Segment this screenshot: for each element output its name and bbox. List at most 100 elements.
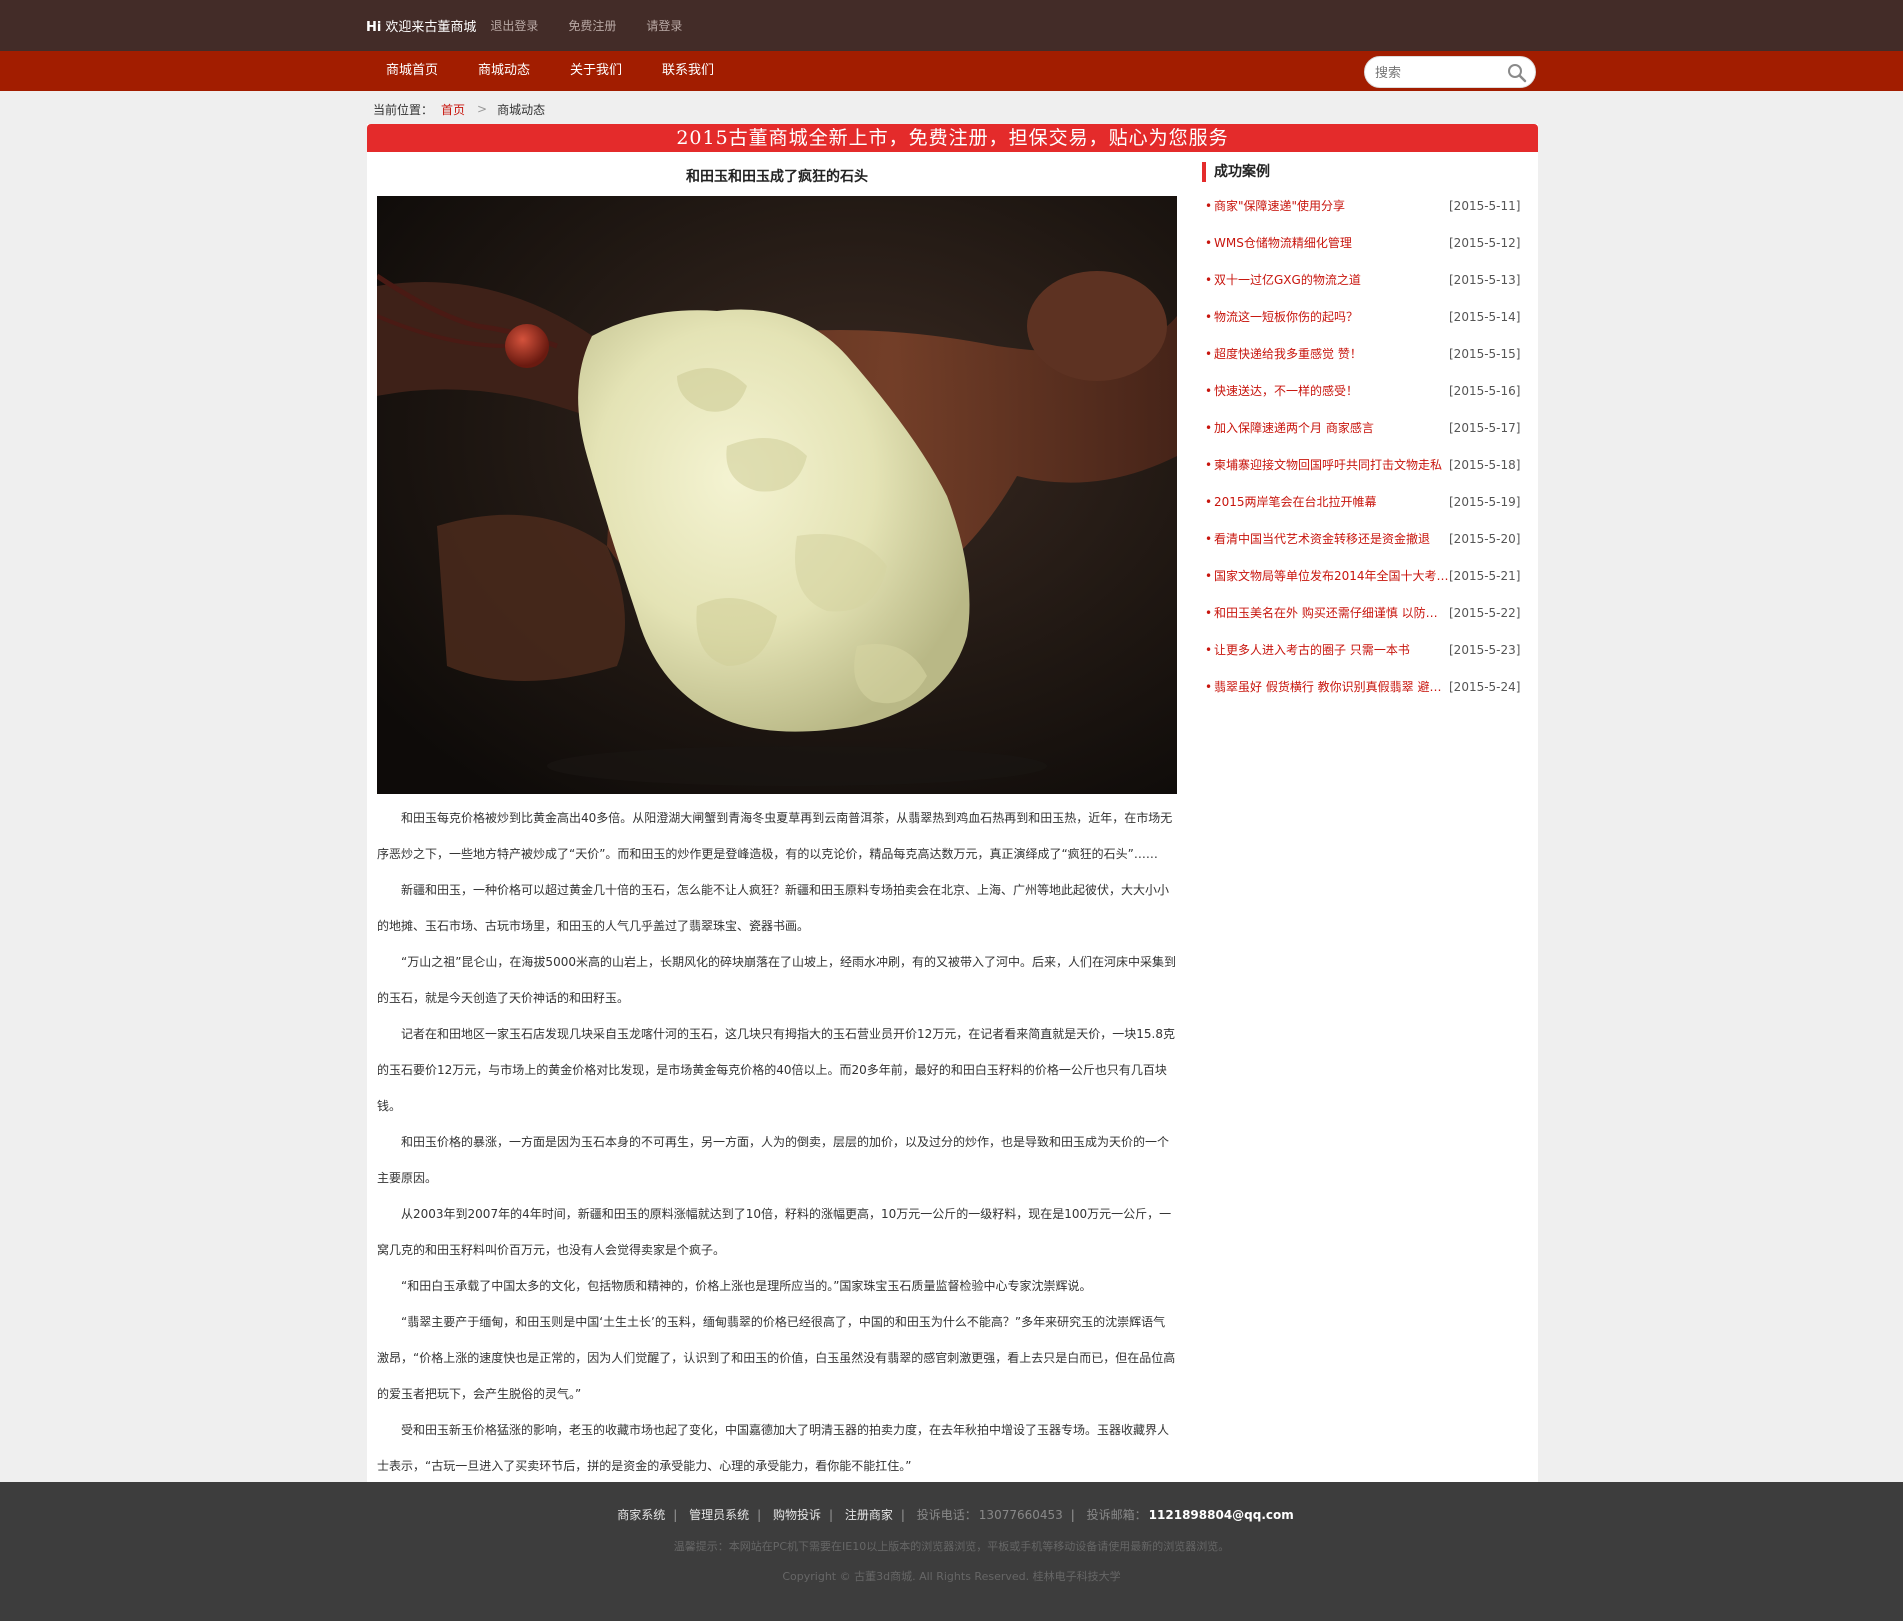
bullet-icon: •: [1205, 310, 1213, 324]
article: 和田玉和田玉成了疯狂的石头 和田玉每克价格被炒到比黄金高出40多倍。从阳澄湖大闸…: [377, 162, 1177, 1484]
jade-pixiu-photo: [377, 196, 1177, 794]
article-paragraph: 记者在和田地区一家玉石店发现几块采自玉龙喀什河的玉石，这几块只有拇指大的玉石营业…: [377, 1027, 1175, 1113]
case-date: [2015-5-20]: [1449, 532, 1521, 546]
nav-item-contact[interactable]: 联系我们: [642, 51, 734, 91]
main-nav: 商城首页 商城动态 关于我们 联系我们: [0, 51, 1903, 91]
copyright: Copyright © 古董3d商城. All Rights Reserved.…: [782, 1570, 1121, 1583]
case-date: [2015-5-18]: [1449, 458, 1521, 472]
footer: 商家系统 | 管理员系统 | 购物投诉 | 注册商家 | 投诉电话： 1307766045…: [0, 1482, 1903, 1621]
list-item: • 2015两岸笔会在台北拉开帷幕 [2015-5-19]: [1202, 484, 1522, 521]
breadcrumb-separator: >: [477, 102, 488, 116]
main-content: 2015古董商城全新上市，免费注册，担保交易，贴心为您服务 和田玉和田玉成了疯狂…: [367, 124, 1538, 1482]
complaint-email: 1121898804@qq.com: [1148, 1508, 1294, 1522]
article-paragraph: 新疆和田玉，一种价格可以超过黄金几十倍的玉石，怎么能不让人疯狂？新疆和田玉原料专…: [377, 883, 1170, 933]
case-link[interactable]: 双十一过亿GXG的物流之道: [1214, 262, 1449, 299]
bullet-icon: •: [1205, 273, 1213, 287]
success-cases-sidebar: 成功案例 • 商家"保障速递"使用分享 [2015-5-11] • WMS仓储物流精细…: [1202, 162, 1522, 706]
article-title: 和田玉和田玉成了疯狂的石头: [686, 169, 868, 185]
case-date: [2015-5-13]: [1449, 273, 1521, 287]
register-link[interactable]: 免费注册: [568, 17, 616, 34]
case-link[interactable]: 物流这一短板你伤的起吗？: [1214, 299, 1449, 336]
footer-link-register-merchant[interactable]: 注册商家: [845, 1508, 893, 1522]
case-link[interactable]: 和田玉美名在外 购买还需仔细谨慎 以防假玉: [1214, 595, 1449, 632]
case-date: [2015-5-22]: [1449, 606, 1521, 620]
case-link[interactable]: 2015两岸笔会在台北拉开帷幕: [1214, 484, 1449, 521]
list-item: • 加入保障速递两个月 商家感言 [2015-5-17]: [1202, 410, 1522, 447]
complaint-phone: 13077660453: [978, 1508, 1063, 1522]
case-date: [2015-5-17]: [1449, 421, 1521, 435]
article-paragraph: 和田玉每克价格被炒到比黄金高出40多倍。从阳澄湖大闸蟹到青海冬虫夏草再到云南普洱…: [377, 811, 1173, 861]
article-paragraph: 和田玉价格的暴涨，一方面是因为玉石本身的不可再生，另一方面，人为的倒卖，层层的加…: [377, 1135, 1170, 1185]
breadcrumb-current: 商城动态: [497, 102, 546, 117]
case-date: [2015-5-12]: [1449, 236, 1521, 250]
nav-item-home[interactable]: 商城首页: [366, 51, 458, 91]
list-item: • 看清中国当代艺术资金转移还是资金撤退 [2015-5-20]: [1202, 521, 1522, 558]
bullet-icon: •: [1205, 384, 1213, 398]
browser-tip: 温馨提示：本网站在PC机下需要在IE10以上版本的浏览器浏览，平板或手机等移动设…: [673, 1540, 1230, 1553]
search-icon[interactable]: [1507, 63, 1527, 83]
case-date: [2015-5-16]: [1449, 384, 1521, 398]
complaint-email-label: 投诉邮箱：: [1086, 1508, 1147, 1522]
bullet-icon: •: [1205, 643, 1213, 657]
case-link[interactable]: 超度快递给我多重感觉 赞！: [1214, 336, 1449, 373]
search-box: [1364, 56, 1536, 88]
footer-link-admin-system[interactable]: 管理员系统: [689, 1508, 749, 1522]
list-item: • 翡翠虽好 假货横行 教你识别真假翡翠 避免上当 [2015-5-24]: [1202, 669, 1522, 706]
welcome-text: Hi 欢迎来古董商城: [366, 20, 477, 35]
login-link[interactable]: 请登录: [646, 17, 682, 34]
list-item: • 和田玉美名在外 购买还需仔细谨慎 以防假玉 [2015-5-22]: [1202, 595, 1522, 632]
case-link[interactable]: 柬埔寨迎接文物回国呼吁共同打击文物走私: [1214, 447, 1449, 484]
footer-links: 商家系统 | 管理员系统 | 购物投诉 | 注册商家 | 投诉电话： 1307766045…: [617, 1508, 1294, 1522]
case-link[interactable]: WMS仓储物流精细化管理: [1214, 225, 1449, 262]
case-list: • 商家"保障速递"使用分享 [2015-5-11] • WMS仓储物流精细化管理 [2…: [1202, 188, 1522, 706]
article-paragraph: “翡翠主要产于缅甸，和田玉则是中国‘土生土长’的玉料，缅甸翡翠的价格已经很高了，…: [377, 1315, 1176, 1401]
case-date: [2015-5-21]: [1449, 569, 1521, 583]
top-bar: Hi 欢迎来古董商城 退出登录 免费注册 请登录: [0, 0, 1903, 51]
case-date: [2015-5-14]: [1449, 310, 1521, 324]
case-date: [2015-5-23]: [1449, 643, 1521, 657]
article-paragraph: 从2003年到2007年的4年时间，新疆和田玉的原料涨幅就达到了10倍，籽料的涨…: [377, 1207, 1172, 1257]
nav-item-about[interactable]: 关于我们: [550, 51, 642, 91]
search-input[interactable]: [1375, 63, 1495, 83]
breadcrumb: 当前位置： 首页 > 商城动态: [373, 100, 545, 118]
case-date: [2015-5-15]: [1449, 347, 1521, 361]
article-paragraph: “万山之祖”昆仑山，在海拔5000米高的山岩上，长期风化的碎块崩落在了山坡上，经…: [377, 955, 1176, 1005]
bullet-icon: •: [1205, 421, 1213, 435]
case-date: [2015-5-11]: [1449, 199, 1521, 213]
bullet-icon: •: [1205, 532, 1213, 546]
nav-item-news[interactable]: 商城动态: [458, 51, 550, 91]
footer-link-complaint[interactable]: 购物投诉: [773, 1508, 821, 1522]
bullet-icon: •: [1205, 199, 1213, 213]
list-item: • 商家"保障速递"使用分享 [2015-5-11]: [1202, 188, 1522, 225]
footer-link-merchant-system[interactable]: 商家系统: [617, 1508, 665, 1522]
case-date: [2015-5-24]: [1449, 680, 1521, 694]
case-link[interactable]: 翡翠虽好 假货横行 教你识别真假翡翠 避免上当: [1214, 669, 1449, 706]
case-link[interactable]: 国家文物局等单位发布2014年全国十大考古新发现: [1214, 558, 1449, 595]
bullet-icon: •: [1205, 458, 1213, 472]
bullet-icon: •: [1205, 495, 1213, 509]
case-link[interactable]: 让更多人进入考古的圈子 只需一本书: [1214, 632, 1449, 669]
article-paragraph: 受和田玉新玉价格猛涨的影响，老玉的收藏市场也起了变化，中国嘉德加大了明清玉器的拍…: [377, 1423, 1170, 1473]
list-item: • 超度快递给我多重感觉 赞！ [2015-5-15]: [1202, 336, 1522, 373]
case-link[interactable]: 商家"保障速递"使用分享: [1214, 188, 1449, 225]
case-date: [2015-5-19]: [1449, 495, 1521, 509]
sidebar-title: 成功案例: [1202, 162, 1522, 182]
list-item: •国家文物局等单位发布2014年全国十大考古新发现[2015-5-21]: [1202, 558, 1522, 595]
list-item: • 柬埔寨迎接文物回国呼吁共同打击文物走私 [2015-5-18]: [1202, 447, 1522, 484]
article-body: 和田玉每克价格被炒到比黄金高出40多倍。从阳澄湖大闸蟹到青海冬虫夏草再到云南普洱…: [377, 800, 1177, 1484]
bullet-icon: •: [1205, 236, 1213, 250]
list-item: • 双十一过亿GXG的物流之道 [2015-5-13]: [1202, 262, 1522, 299]
list-item: • 让更多人进入考古的圈子 只需一本书 [2015-5-23]: [1202, 632, 1522, 669]
list-item: • WMS仓储物流精细化管理 [2015-5-12]: [1202, 225, 1522, 262]
promo-banner: 2015古董商城全新上市，免费注册，担保交易，贴心为您服务: [367, 124, 1538, 152]
case-link[interactable]: 快速送达，不一样的感受！: [1214, 373, 1449, 410]
case-link[interactable]: 加入保障速递两个月 商家感言: [1214, 410, 1449, 447]
case-link[interactable]: 看清中国当代艺术资金转移还是资金撤退: [1214, 521, 1449, 558]
breadcrumb-home-link[interactable]: 首页: [441, 101, 465, 118]
article-paragraph: “和田白玉承载了中国太多的文化，包括物质和精神的，价格上涨也是理所应当的。”国家…: [401, 1279, 1092, 1293]
bullet-icon: •: [1205, 347, 1213, 361]
breadcrumb-label: 当前位置：: [373, 102, 434, 117]
logout-link[interactable]: 退出登录: [490, 17, 538, 34]
complaint-phone-label: 投诉电话：: [916, 1508, 977, 1522]
list-item: • 物流这一短板你伤的起吗？ [2015-5-14]: [1202, 299, 1522, 336]
